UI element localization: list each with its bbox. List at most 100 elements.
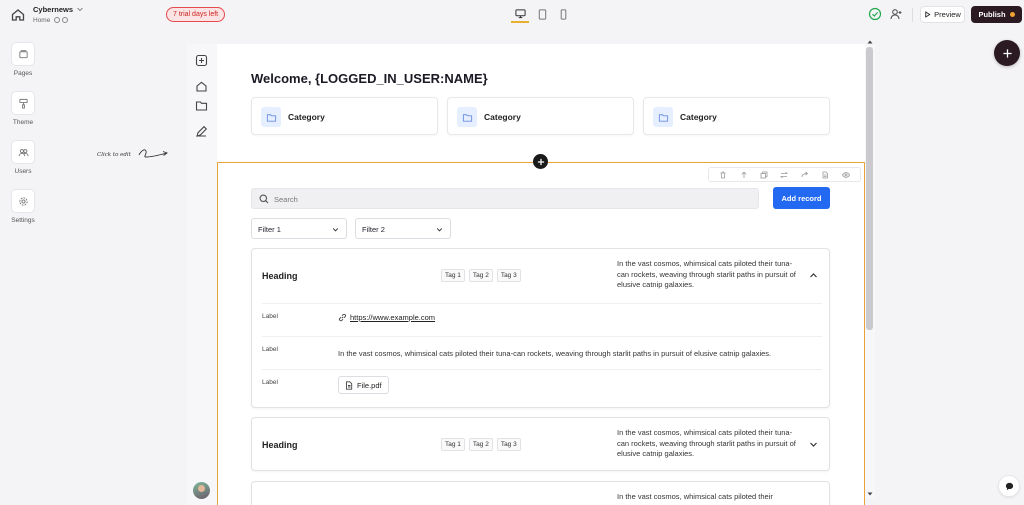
- sidebar-item-users[interactable]: Users: [0, 140, 46, 175]
- tag: Tag 3: [496, 269, 521, 282]
- sidebar-item-theme[interactable]: Theme: [0, 91, 46, 126]
- filter-label: Filter 2: [362, 225, 385, 234]
- preview-label: Preview: [934, 10, 961, 19]
- publish-label: Publish: [978, 10, 1006, 19]
- sidebar-item-settings[interactable]: Settings: [0, 189, 46, 224]
- category-label: Category: [288, 112, 325, 122]
- field-text: In the vast cosmos, whimsical cats pilot…: [338, 349, 772, 358]
- section-toolbar: [708, 167, 861, 182]
- filter-dropdown-2[interactable]: Filter 2: [355, 218, 451, 239]
- chevron-down-icon[interactable]: [76, 5, 84, 13]
- hint-arrow-icon: [136, 143, 170, 163]
- play-icon: [925, 11, 931, 18]
- scrollbar-thumb[interactable]: [866, 47, 873, 330]
- divider: [262, 336, 822, 337]
- record-tags: Tag 1 Tag 2 Tag 3: [441, 438, 521, 451]
- pen-icon[interactable]: [195, 125, 208, 138]
- category-label: Category: [680, 112, 717, 122]
- record-tags: Tag 1 Tag 2 Tag 3: [441, 269, 521, 282]
- pages-icon: [11, 42, 35, 66]
- folder-icon: [457, 107, 477, 127]
- divider: [262, 303, 822, 304]
- home-page-icon[interactable]: [195, 80, 208, 93]
- toolbar-divider: [912, 8, 913, 22]
- record-heading: Heading: [262, 271, 298, 281]
- divider: [262, 369, 822, 370]
- chevron-down-icon: [332, 226, 339, 233]
- check-circle-icon[interactable]: [868, 7, 883, 22]
- sidebar-item-label: Pages: [13, 70, 33, 77]
- tag: Tag 2: [468, 438, 493, 451]
- record-heading: Heading: [262, 440, 298, 450]
- link[interactable]: https://www.example.com: [338, 313, 435, 322]
- folder-icon: [261, 107, 281, 127]
- eye-icon[interactable]: [841, 171, 850, 179]
- file-name: File.pdf: [357, 380, 382, 390]
- add-section-button[interactable]: [533, 154, 548, 169]
- sidebar-item-label: Settings: [11, 217, 35, 224]
- duplicate-icon[interactable]: [760, 171, 768, 179]
- current-page-label[interactable]: Home: [33, 17, 50, 24]
- link-text: https://www.example.com: [350, 313, 436, 322]
- sidebar-item-pages[interactable]: Pages: [0, 42, 46, 77]
- add-record-button[interactable]: Add record: [773, 187, 830, 209]
- home-icon[interactable]: [10, 7, 26, 23]
- tag: Tag 1: [441, 438, 465, 451]
- mobile-view-button[interactable]: [554, 6, 572, 23]
- delete-icon[interactable]: [719, 171, 727, 179]
- category-card[interactable]: Category: [643, 97, 830, 135]
- click-to-edit-hint: Click to edit: [97, 152, 131, 158]
- page-title[interactable]: Welcome, {LOGGED_IN_USER:NAME}: [251, 71, 488, 86]
- redo-icon[interactable]: [801, 171, 809, 179]
- document-icon[interactable]: [821, 171, 829, 179]
- category-card[interactable]: Category: [447, 97, 634, 135]
- category-card[interactable]: Category: [251, 97, 438, 135]
- preview-button[interactable]: Preview: [920, 6, 965, 23]
- tag: Tag 2: [468, 269, 493, 282]
- search-input[interactable]: Search: [251, 188, 759, 209]
- swap-icon[interactable]: [780, 171, 789, 179]
- record-description: In the vast cosmos, whimsical cats pilot…: [617, 428, 796, 458]
- add-element-button[interactable]: [994, 40, 1020, 66]
- add-block-icon[interactable]: [195, 54, 208, 67]
- desktop-view-button[interactable]: [511, 6, 529, 23]
- record-description: In the vast cosmos, whimsical cats pilot…: [617, 259, 796, 289]
- chevron-down-icon[interactable]: [809, 440, 818, 449]
- site-name[interactable]: Cybernews: [33, 5, 73, 14]
- field-label: Label: [262, 313, 278, 320]
- user-add-icon[interactable]: [889, 7, 904, 22]
- page-canvas: Welcome, {LOGGED_IN_USER:NAME} Category …: [217, 44, 865, 505]
- trial-badge[interactable]: 7 trial days left: [166, 7, 226, 22]
- lock-icon: [62, 17, 68, 23]
- scroll-down-icon[interactable]: [867, 491, 873, 497]
- filter-dropdown-1[interactable]: Filter 1: [251, 218, 347, 239]
- unpublished-changes-dot: [1009, 12, 1015, 17]
- category-label: Category: [484, 112, 521, 122]
- folder-icon[interactable]: [195, 99, 208, 112]
- record-card[interactable]: In the vast cosmos, whimsical cats pilot…: [251, 481, 830, 505]
- file-attachment[interactable]: File.pdf: [338, 376, 389, 394]
- avatar[interactable]: [193, 482, 210, 499]
- tablet-view-button[interactable]: [533, 6, 551, 23]
- publish-button[interactable]: Publish: [971, 6, 1022, 23]
- chevron-up-icon[interactable]: [809, 271, 818, 280]
- link-icon: [338, 313, 347, 322]
- move-up-icon[interactable]: [740, 171, 748, 179]
- record-description: In the vast cosmos, whimsical cats pilot…: [617, 492, 773, 501]
- chat-icon: [1005, 482, 1013, 490]
- top-bar: Cybernews Home 7 trial days left Preview…: [0, 0, 1024, 30]
- record-card[interactable]: Heading Tag 1 Tag 2 Tag 3 In the vast co…: [251, 248, 830, 408]
- record-card[interactable]: Heading Tag 1 Tag 2 Tag 3 In the vast co…: [251, 417, 830, 471]
- file-icon: [345, 380, 353, 390]
- chat-button[interactable]: [998, 475, 1020, 497]
- chevron-down-icon: [436, 226, 443, 233]
- search-icon: [259, 194, 269, 204]
- folder-icon: [653, 107, 673, 127]
- scroll-up-icon[interactable]: [867, 39, 873, 45]
- search-placeholder: Search: [274, 195, 298, 204]
- sidebar-item-label: Users: [14, 168, 32, 175]
- paint-roller-icon: [11, 91, 35, 115]
- filter-label: Filter 1: [258, 225, 281, 234]
- page-status-icons: [54, 17, 68, 23]
- canvas-tool-column: [187, 44, 217, 505]
